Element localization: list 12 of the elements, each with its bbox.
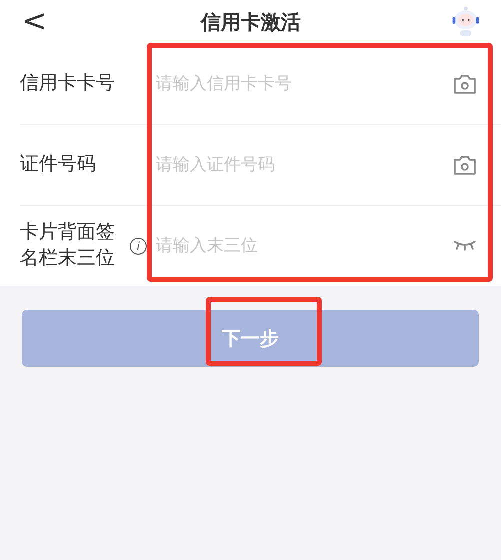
field-label: 卡片背面签名栏末三位 [20,220,116,271]
input-field[interactable]: 请输入末三位 [156,232,453,260]
camera-icon[interactable] [453,73,477,95]
closed-eye-icon[interactable] [453,239,477,253]
back-button[interactable]: < [16,7,54,37]
field-label: 信用卡卡号 [20,71,116,96]
info-icon[interactable]: i [130,238,147,254]
field-label: 证件号码 [20,152,97,178]
camera-icon[interactable] [453,154,477,176]
page-title: 信用卡激活 [201,8,302,36]
input-field[interactable]: 请输入证件号码 [156,151,453,179]
input-field[interactable]: 请输入信用卡卡号 [156,70,453,98]
